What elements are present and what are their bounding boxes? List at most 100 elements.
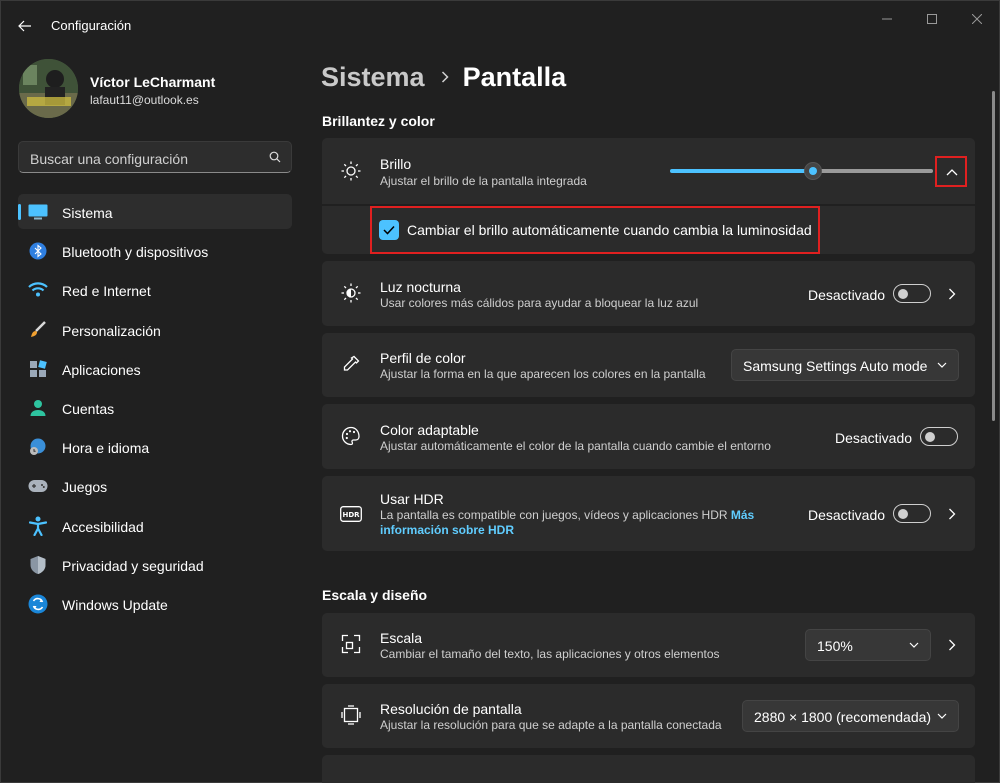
time-language-icon (28, 437, 48, 457)
sidebar-item-cuentas[interactable]: Cuentas (18, 390, 292, 425)
sidebar-item-label: Red e Internet (62, 283, 151, 300)
search-placeholder: Buscar una configuración (30, 151, 188, 167)
close-button[interactable] (957, 7, 997, 31)
back-button[interactable] (11, 13, 39, 39)
sidebar-item-privacidad[interactable]: Privacidad y seguridad (18, 547, 292, 582)
hdr-chevron[interactable] (944, 506, 960, 522)
brightness-slider-fill (670, 169, 815, 173)
scale-dropdown[interactable]: 150% (805, 629, 931, 661)
scale-title: Escala (380, 630, 423, 646)
auto-brightness-row: Cambiar el brillo automáticamente cuando… (322, 206, 975, 254)
resolution-value: 2880 × 1800 (recomendada) (754, 709, 932, 725)
auto-brightness-label[interactable]: Cambiar el brillo automáticamente cuando… (407, 222, 812, 238)
sidebar-item-label: Aplicaciones (62, 361, 141, 378)
account-icon (28, 398, 48, 418)
palette-icon (340, 425, 362, 447)
app-title: Configuración (51, 18, 132, 33)
gamepad-icon (28, 476, 48, 496)
settings-window: Configuración Víctor LeCharmant lafaut11… (0, 0, 1000, 783)
brightness-title: Brillo (380, 156, 412, 172)
night-light-title: Luz nocturna (380, 279, 461, 295)
color-profile-dropdown[interactable]: Samsung Settings Auto mode (731, 349, 959, 381)
sidebar-item-sistema[interactable]: Sistema (18, 194, 292, 229)
system-icon (28, 202, 48, 222)
section-title-scale: Escala y diseño (322, 587, 428, 603)
scale-card[interactable]: Escala Cambiar el tamaño del texto, las … (322, 613, 975, 677)
breadcrumb: Sistema Pantalla (321, 59, 566, 95)
title-bar: Configuración (1, 1, 1000, 49)
adaptive-color-card: Color adaptable Ajustar automáticamente … (322, 404, 975, 469)
minimize-button[interactable] (867, 7, 907, 31)
shield-icon (28, 555, 48, 575)
scale-icon (340, 633, 362, 655)
avatar (19, 59, 78, 118)
night-light-chevron[interactable] (944, 286, 960, 302)
user-name: Víctor LeCharmant (90, 74, 216, 90)
color-profile-title: Perfil de color (380, 350, 466, 366)
chevron-down-icon (909, 642, 919, 648)
user-email: lafaut11@outlook.es (90, 93, 199, 107)
hdr-title: Usar HDR (380, 491, 444, 507)
sidebar-item-hora-idioma[interactable]: Hora e idioma (18, 429, 292, 464)
sidebar-item-label: Cuentas (62, 400, 115, 417)
chevron-up-icon (946, 169, 958, 176)
resolution-title: Resolución de pantalla (380, 701, 522, 717)
sidebar-item-red[interactable]: Red e Internet (18, 272, 292, 307)
brightness-slider-track[interactable] (815, 169, 933, 173)
sidebar-item-label: Windows Update (62, 596, 168, 613)
checkmark-icon (383, 225, 395, 235)
sidebar-item-juegos[interactable]: Juegos (18, 468, 292, 503)
breadcrumb-parent[interactable]: Sistema (321, 62, 425, 93)
scale-chevron[interactable] (944, 637, 960, 653)
collapse-button[interactable] (944, 164, 960, 180)
night-light-card[interactable]: Luz nocturna Usar colores más cálidos pa… (322, 261, 975, 326)
hdr-icon: HDR (340, 503, 362, 525)
sidebar-item-label: Hora e idioma (62, 440, 150, 457)
orientation-card-partial[interactable] (322, 755, 975, 783)
sidebar-nav: Sistema Bluetooth y dispositivos Red e I… (18, 194, 292, 625)
resolution-dropdown[interactable]: 2880 × 1800 (recomendada) (742, 700, 959, 732)
minimize-icon (882, 18, 892, 20)
hdr-toggle[interactable] (893, 504, 931, 523)
color-profile-desc: Ajustar la forma en la que aparecen los … (380, 367, 706, 381)
search-input[interactable]: Buscar una configuración (18, 141, 292, 173)
brightness-slider-thumb[interactable] (804, 162, 822, 180)
sidebar-item-accesibilidad[interactable]: Accesibilidad (18, 508, 292, 543)
hdr-card[interactable]: HDR Usar HDR La pantalla es compatible c… (322, 476, 975, 551)
resolution-card: Resolución de pantalla Ajustar la resolu… (322, 684, 975, 748)
chevron-down-icon (937, 362, 947, 368)
hdr-desc: La pantalla es compatible con juegos, ví… (380, 508, 770, 538)
color-profile-card: Perfil de color Ajustar la forma en la q… (322, 333, 975, 397)
hdr-state: Desactivado (808, 507, 886, 523)
sidebar-item-label: Accesibilidad (62, 518, 144, 535)
auto-brightness-checkbox[interactable] (379, 220, 399, 240)
maximize-icon (927, 14, 937, 24)
adaptive-color-state: Desactivado (835, 430, 913, 446)
apps-icon (28, 359, 48, 379)
night-light-desc: Usar colores más cálidos para ayudar a b… (380, 296, 699, 310)
sun-icon (340, 160, 362, 182)
sidebar-item-label: Juegos (62, 479, 108, 496)
sidebar-item-personalizacion[interactable]: Personalización (18, 312, 292, 347)
user-profile[interactable]: Víctor LeCharmant lafaut11@outlook.es (19, 59, 289, 119)
sidebar-item-label: Personalización (62, 322, 161, 339)
night-light-icon (340, 282, 362, 304)
resolution-icon (340, 704, 362, 726)
close-icon (972, 14, 982, 24)
wifi-icon (28, 280, 48, 300)
section-title-brightness: Brillantez y color (322, 113, 435, 129)
accessibility-icon (28, 516, 48, 536)
scale-value: 150% (817, 638, 853, 654)
adaptive-color-toggle[interactable] (920, 427, 958, 446)
hdr-desc-text: La pantalla es compatible con juegos, ví… (380, 508, 728, 522)
chevron-down-icon (937, 713, 947, 719)
sidebar-item-aplicaciones[interactable]: Aplicaciones (18, 351, 292, 386)
maximize-button[interactable] (912, 7, 952, 31)
scrollbar[interactable] (992, 91, 995, 421)
search-icon (269, 151, 281, 163)
back-arrow-icon (18, 20, 31, 32)
sidebar-item-windows-update[interactable]: Windows Update (18, 586, 292, 621)
chevron-right-icon (949, 288, 956, 300)
night-light-toggle[interactable] (893, 284, 931, 303)
sidebar-item-bluetooth[interactable]: Bluetooth y dispositivos (18, 233, 292, 268)
